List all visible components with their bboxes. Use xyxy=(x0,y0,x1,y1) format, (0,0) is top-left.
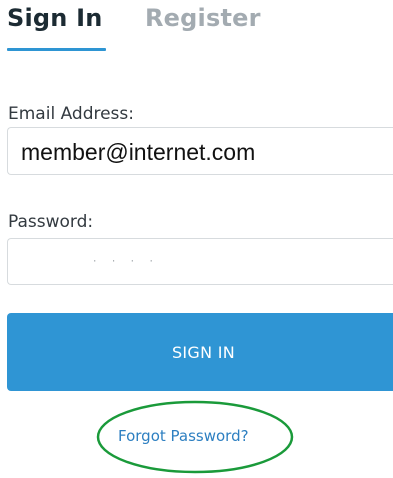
email-label: Email Address: xyxy=(8,104,134,124)
auth-tabs: Sign In Register xyxy=(0,0,393,60)
forgot-password-link[interactable]: Forgot Password? xyxy=(118,427,249,445)
password-mask: · · · · xyxy=(92,257,158,267)
active-tab-indicator xyxy=(7,48,106,51)
email-field[interactable]: member@internet.com xyxy=(7,127,393,175)
sign-in-button-label: SIGN IN xyxy=(171,343,236,362)
tab-sign-in[interactable]: Sign In xyxy=(7,4,103,32)
password-field[interactable]: · · · · xyxy=(7,238,393,285)
password-label: Password: xyxy=(8,212,94,232)
tab-register[interactable]: Register xyxy=(145,4,261,32)
sign-in-button[interactable]: SIGN IN xyxy=(7,313,393,391)
email-value: member@internet.com xyxy=(21,139,256,165)
